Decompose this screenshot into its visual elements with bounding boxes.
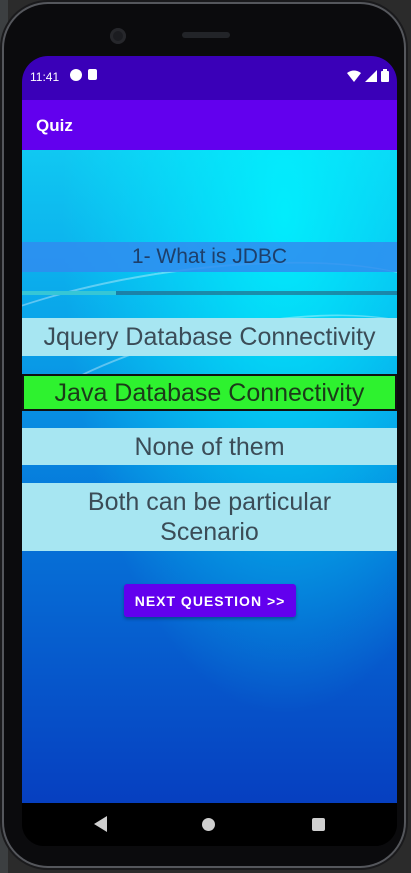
status-bar: 11:41 xyxy=(22,56,397,100)
answer-option[interactable]: Java Database Connectivity xyxy=(22,374,397,411)
recents-icon[interactable] xyxy=(312,818,325,831)
answer-option-label: Jquery Database Connectivity xyxy=(43,323,376,351)
answer-option[interactable]: Jquery Database Connectivity xyxy=(22,318,397,356)
question-text: 1- What is JDBC xyxy=(22,242,397,272)
app-bar: Quiz xyxy=(22,100,397,150)
next-question-button[interactable]: NEXT QUESTION >> xyxy=(124,584,296,617)
phone-frame: 11:41 Quiz 1- What is JDBC Jquery Databa… xyxy=(4,4,404,866)
answer-option-label: Both can be particular Scenario xyxy=(87,488,332,546)
battery-icon xyxy=(381,69,389,82)
status-left-icons xyxy=(70,69,97,81)
earpiece-speaker xyxy=(182,32,230,38)
answer-option-label: Java Database Connectivity xyxy=(54,378,365,407)
front-camera xyxy=(110,28,126,44)
navigation-bar xyxy=(22,803,397,846)
progress-fill xyxy=(22,291,116,295)
status-time: 11:41 xyxy=(30,70,60,84)
device-screen: 11:41 Quiz 1- What is JDBC Jquery Databa… xyxy=(22,56,397,846)
back-icon[interactable] xyxy=(94,816,107,832)
quiz-content: 1- What is JDBC Jquery Database Connecti… xyxy=(22,150,397,803)
progress-bar xyxy=(22,291,397,295)
sd-card-icon xyxy=(88,69,97,80)
answer-option[interactable]: Both can be particular Scenario xyxy=(22,483,397,551)
settings-icon xyxy=(70,69,82,81)
status-right-icons xyxy=(347,69,389,82)
answer-option[interactable]: None of them xyxy=(22,428,397,465)
home-icon[interactable] xyxy=(202,818,215,831)
wifi-icon xyxy=(347,70,361,82)
signal-icon xyxy=(365,70,377,82)
app-title: Quiz xyxy=(36,116,73,135)
answer-option-label: None of them xyxy=(134,432,285,461)
